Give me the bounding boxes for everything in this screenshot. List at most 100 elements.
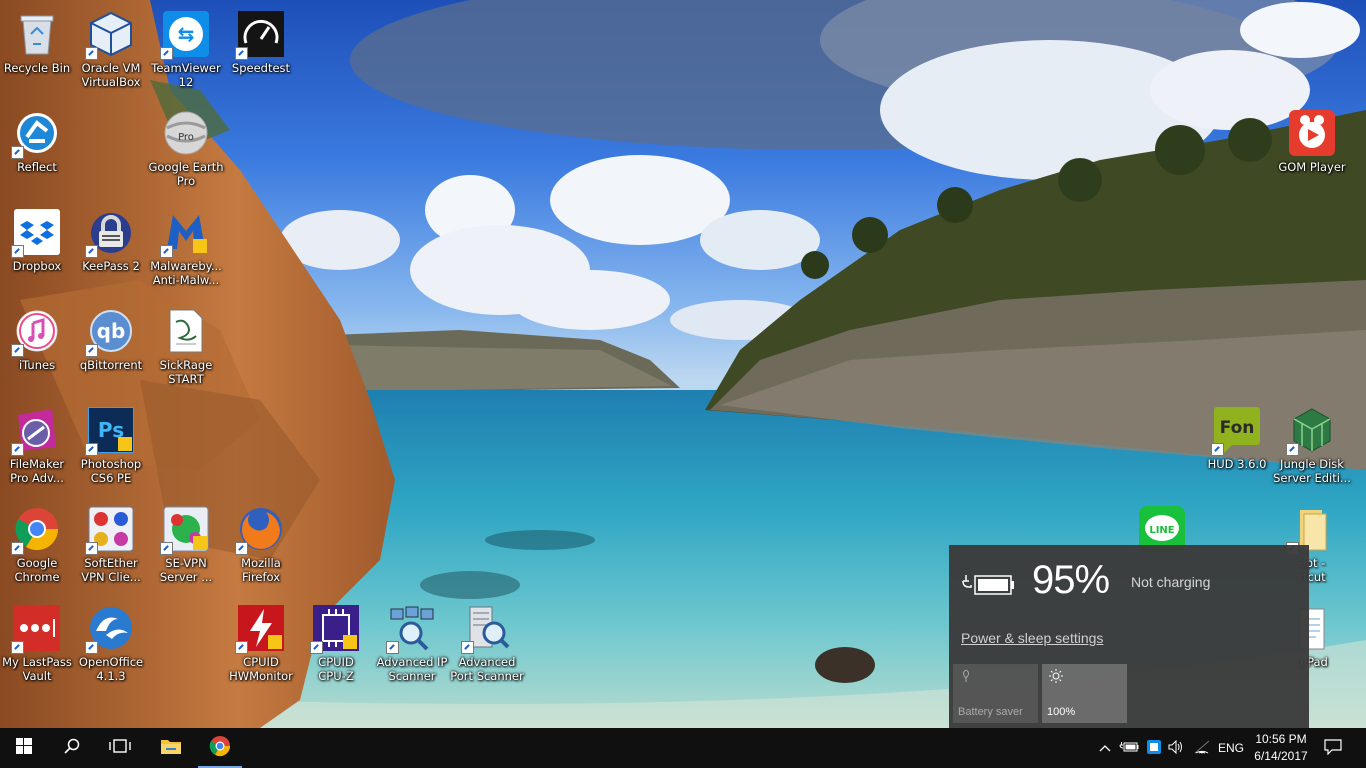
desktop-icon-teamviewer[interactable]: ⇆ TeamViewer 12 [148,4,224,98]
desktop-icon-recycle-bin[interactable]: Recycle Bin [0,4,75,98]
desktop-icon-google-chrome[interactable]: Google Chrome [0,499,75,593]
chrome-taskbar-button[interactable] [198,728,242,768]
power-sleep-settings-link[interactable]: Power & sleep settings [961,630,1103,646]
desktop-icon-softether-vpn-client[interactable]: SoftEther VPN Clie... [73,499,149,593]
speaker-icon [1168,739,1184,757]
shortcut-arrow-icon [386,641,399,654]
malwarebytes-icon [160,208,210,258]
firefox-icon [235,505,285,555]
input-language-button[interactable]: ENG [1214,728,1248,768]
desktop-icon-gom-player[interactable]: GOM Player [1274,103,1350,197]
desktop-icon-photoshop[interactable]: Ps Photoshop CS6 PE [73,400,149,494]
teamviewer-tray-icon [1147,739,1161,757]
desktop-icon-keepass[interactable]: KeePass 2 [73,202,149,296]
shortcut-arrow-icon [11,146,24,159]
shortcut-arrow-icon [11,641,24,654]
chrome-icon [11,505,61,555]
desktop-icon-malwarebytes[interactable]: Malwareby... Anti-Malw... [148,202,224,296]
filemaker-icon [11,406,61,456]
brightness-label: 100% [1047,706,1076,718]
taskbar: ENG 10:56 PM 6/14/2017 [0,728,1366,768]
shortcut-arrow-icon [85,344,98,357]
desktop-icon-cpuid-hwmonitor[interactable]: CPUID HWMonitor [223,598,299,692]
softether-icon [85,505,135,555]
shortcut-arrow-icon [1286,443,1299,456]
battery-tray-button[interactable] [1117,728,1141,768]
gom-player-icon [1288,109,1336,157]
shortcut-arrow-icon [85,542,98,555]
teamviewer-tray-button[interactable] [1143,728,1165,768]
speedtest-icon [235,10,285,60]
desktop-icon-sickrage-start[interactable]: SickRage START [148,301,224,395]
windows-logo-icon [16,737,32,759]
action-center-button[interactable] [1318,728,1348,768]
keepass-icon [85,208,135,258]
fon-hud-icon: Fon [1211,406,1261,456]
chevron-up-icon [1099,741,1111,755]
desktop-icon-itunes[interactable]: iTunes [0,301,75,395]
openoffice-icon [85,604,135,654]
battery-saver-tile[interactable]: Battery saver [953,664,1038,723]
clock-date: 6/14/2017 [1254,749,1308,763]
start-button[interactable] [0,728,48,768]
shortcut-arrow-icon [461,641,474,654]
hwmonitor-icon [235,604,285,654]
desktop-icon-google-earth-pro[interactable]: Pro Google Earth Pro [148,103,224,197]
desktop-icon-openoffice[interactable]: OpenOffice 4.1.3 [73,598,149,692]
search-icon [64,738,80,759]
desktop-icon-reflect[interactable]: Reflect [0,103,75,197]
desktop-icon-my-lastpass-vault[interactable]: My LastPass Vault [0,598,75,692]
fon-glyph: Fon [1220,418,1255,438]
desktop-icon-hud[interactable]: Fon HUD 3.6.0 [1199,400,1275,494]
chrome-icon [209,735,231,762]
virtualbox-icon [85,10,135,60]
volume-button[interactable] [1165,728,1187,768]
charging-status: Not charging [1131,574,1211,590]
battery-flyout: 95% Not charging Power & sleep settings … [949,545,1309,728]
desktop-icon-filemaker[interactable]: FileMaker Pro Adv... [0,400,75,494]
network-button[interactable] [1190,728,1214,768]
shortcut-arrow-icon [85,245,98,258]
desktop-icon-mozilla-firefox[interactable]: Mozilla Firefox [223,499,299,593]
recycle-bin-icon [13,10,61,58]
desktop-icon-jungle-disk[interactable]: Jungle Disk Server Editi... [1273,400,1351,494]
search-button[interactable] [48,728,96,768]
dropbox-icon [11,208,61,258]
desktop-icon-advanced-port-scanner[interactable]: Advanced Port Scanner [449,598,525,692]
task-view-button[interactable] [96,728,144,768]
desktop-icon-se-vpn-server[interactable]: SE-VPN Server ... [148,499,224,593]
photoshop-icon: Ps [85,406,135,456]
desktop-icon-qbittorrent[interactable]: qb qBittorrent [73,301,149,395]
shortcut-arrow-icon [11,443,24,456]
desktop-icon-oracle-vm-virtualbox[interactable]: Oracle VM VirtualBox [73,4,149,98]
notification-icon [1324,738,1342,758]
desktop-icon-dropbox[interactable]: Dropbox [0,202,75,296]
shortcut-arrow-icon [160,542,173,555]
desktop-icon-advanced-ip-scanner[interactable]: Advanced IP Scanner [374,598,450,692]
file-explorer-button[interactable] [147,728,195,768]
battery-saver-label: Battery saver [958,706,1023,718]
line-glyph: LINE [1149,525,1174,536]
clock-time: 10:56 PM [1255,732,1307,746]
shortcut-arrow-icon [235,641,248,654]
shortcut-arrow-icon [160,47,173,60]
itunes-icon [11,307,61,357]
shortcut-arrow-icon [310,641,323,654]
lastpass-icon [11,604,61,654]
reflect-icon [11,109,61,159]
se-vpn-server-icon [160,505,210,555]
script-file-icon [162,307,210,355]
desktop-icon-cpuid-cpu-z[interactable]: CPUID CPU-Z [298,598,374,692]
shortcut-arrow-icon [235,542,248,555]
clock-button[interactable]: 10:56 PM 6/14/2017 [1250,731,1312,765]
desktop-icon-speedtest[interactable]: Speedtest [223,4,299,98]
show-hidden-icons-button[interactable] [1095,728,1115,768]
google-earth-pro-badge: Pro [178,132,194,143]
task-view-icon [109,738,131,759]
shortcut-arrow-icon [85,641,98,654]
shortcut-arrow-icon [160,245,173,258]
language-indicator: ENG [1217,741,1244,755]
brightness-tile[interactable]: 100% [1042,664,1127,723]
shortcut-arrow-icon [11,542,24,555]
jungle-disk-icon [1286,406,1336,456]
